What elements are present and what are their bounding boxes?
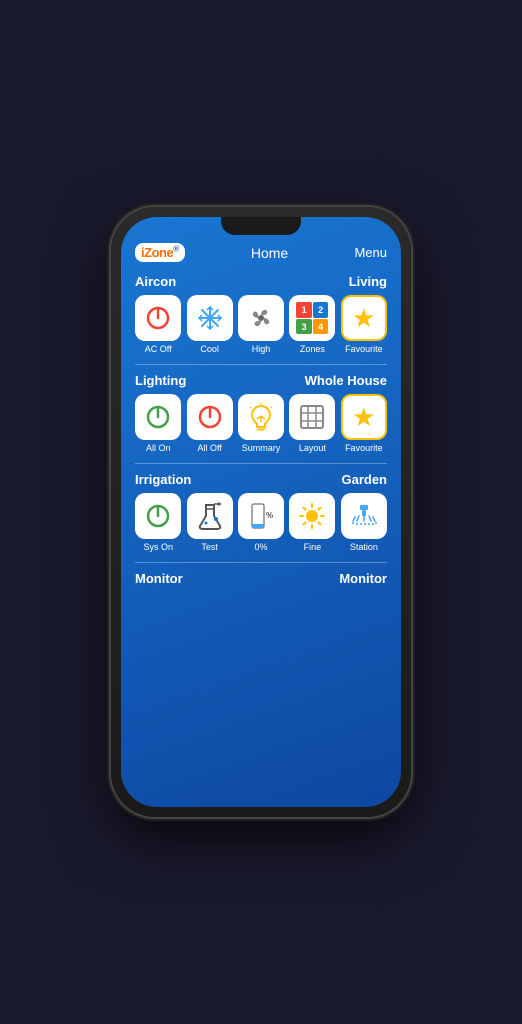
- logo: iZone®: [135, 243, 185, 262]
- percent-box[interactable]: %: [238, 493, 284, 539]
- logo-text: iZone®: [141, 245, 179, 260]
- layout-item[interactable]: Layout: [289, 394, 335, 453]
- snowflake-icon: [196, 304, 224, 332]
- lighting-header: Lighting Whole House: [135, 373, 387, 388]
- divider-1: [135, 364, 387, 365]
- fine-box[interactable]: [289, 493, 335, 539]
- monitor-header: Monitor Monitor: [121, 567, 401, 592]
- app-screen: iZone® Home Menu Aircon Living: [121, 217, 401, 807]
- power-off-red-icon: [144, 304, 172, 332]
- monitor-label-left: Monitor: [135, 571, 183, 586]
- ac-off-label: AC Off: [145, 344, 172, 354]
- all-off-item[interactable]: All Off: [186, 394, 232, 453]
- irrigation-icons-row: Sys On: [135, 493, 387, 552]
- phone-frame: iZone® Home Menu Aircon Living: [111, 207, 411, 817]
- aircon-favourite-label: Favourite: [345, 344, 383, 354]
- svg-text:%: %: [266, 511, 273, 520]
- cool-item[interactable]: Cool: [186, 295, 232, 354]
- zone-2: 2: [313, 302, 329, 318]
- bulb-icon: [248, 403, 274, 431]
- divider-3: [135, 562, 387, 563]
- grid-layout-icon: [299, 404, 325, 430]
- high-box[interactable]: [238, 295, 284, 341]
- zones-label: Zones: [300, 344, 325, 354]
- lighting-favourite-label: Favourite: [345, 443, 383, 453]
- irrigation-header: Irrigation Garden: [135, 472, 387, 487]
- monitor-label-right: Monitor: [339, 571, 387, 586]
- fan-icon: [247, 304, 275, 332]
- irrigation-section: Irrigation Garden Sys On: [121, 468, 401, 558]
- lighting-section: Lighting Whole House All On: [121, 369, 401, 459]
- high-item[interactable]: High: [238, 295, 284, 354]
- aircon-sublabel: Living: [349, 274, 387, 289]
- beaker-icon: [197, 502, 223, 530]
- percent-label: 0%: [255, 542, 268, 552]
- zones-grid-icon: 1 2 3 4: [296, 302, 328, 334]
- zones-box[interactable]: 1 2 3 4: [289, 295, 335, 341]
- power-red-icon: [196, 403, 224, 431]
- sys-on-item[interactable]: Sys On: [135, 493, 181, 552]
- irrigation-sublabel: Garden: [341, 472, 387, 487]
- lighting-icons-row: All On All Off: [135, 394, 387, 453]
- percent-item[interactable]: % 0%: [238, 493, 284, 552]
- zone-3: 3: [296, 319, 312, 335]
- aircon-favourite-item[interactable]: ★ Favourite: [341, 295, 387, 354]
- star-icon: ★: [352, 305, 375, 331]
- divider-2: [135, 463, 387, 464]
- ac-off-item[interactable]: AC Off: [135, 295, 181, 354]
- zone-1: 1: [296, 302, 312, 318]
- cool-box[interactable]: [187, 295, 233, 341]
- menu-button[interactable]: Menu: [354, 245, 387, 260]
- station-icon: [351, 503, 377, 529]
- sys-on-box[interactable]: [135, 493, 181, 539]
- cool-label: Cool: [200, 344, 219, 354]
- summary-label: Summary: [242, 443, 281, 453]
- all-on-label: All On: [146, 443, 171, 453]
- notch: [221, 217, 301, 235]
- all-off-label: All Off: [197, 443, 221, 453]
- layout-box[interactable]: [289, 394, 335, 440]
- zone-4: 4: [313, 319, 329, 335]
- fine-label: Fine: [304, 542, 322, 552]
- station-label: Station: [350, 542, 378, 552]
- all-on-item[interactable]: All On: [135, 394, 181, 453]
- percent-bar-icon: %: [248, 502, 274, 530]
- test-item[interactable]: Test: [186, 493, 232, 552]
- high-label: High: [252, 344, 271, 354]
- aircon-header: Aircon Living: [135, 274, 387, 289]
- zones-item[interactable]: 1 2 3 4 Zones: [289, 295, 335, 354]
- aircon-label: Aircon: [135, 274, 176, 289]
- lighting-favourite-item[interactable]: ★ Favourite: [341, 394, 387, 453]
- lighting-star-icon: ★: [352, 404, 375, 430]
- sys-on-label: Sys On: [143, 542, 173, 552]
- app-header: iZone® Home Menu: [121, 237, 401, 270]
- fine-item[interactable]: Fine: [289, 493, 335, 552]
- header-title: Home: [251, 245, 288, 261]
- aircon-favourite-box[interactable]: ★: [341, 295, 387, 341]
- station-box[interactable]: [341, 493, 387, 539]
- sys-power-icon: [144, 502, 172, 530]
- station-item[interactable]: Station: [341, 493, 387, 552]
- all-off-box[interactable]: [187, 394, 233, 440]
- power-green-icon: [144, 403, 172, 431]
- test-box[interactable]: [187, 493, 233, 539]
- aircon-section: Aircon Living AC Off: [121, 270, 401, 360]
- ac-off-box[interactable]: [135, 295, 181, 341]
- lighting-favourite-box[interactable]: ★: [341, 394, 387, 440]
- irrigation-label: Irrigation: [135, 472, 191, 487]
- all-on-box[interactable]: [135, 394, 181, 440]
- phone-screen: iZone® Home Menu Aircon Living: [121, 217, 401, 807]
- lighting-label: Lighting: [135, 373, 186, 388]
- aircon-icons-row: AC Off: [135, 295, 387, 354]
- summary-item[interactable]: Summary: [238, 394, 284, 453]
- test-label: Test: [201, 542, 218, 552]
- sun-icon: [298, 502, 326, 530]
- summary-box[interactable]: [238, 394, 284, 440]
- layout-label: Layout: [299, 443, 326, 453]
- lighting-sublabel: Whole House: [305, 373, 387, 388]
